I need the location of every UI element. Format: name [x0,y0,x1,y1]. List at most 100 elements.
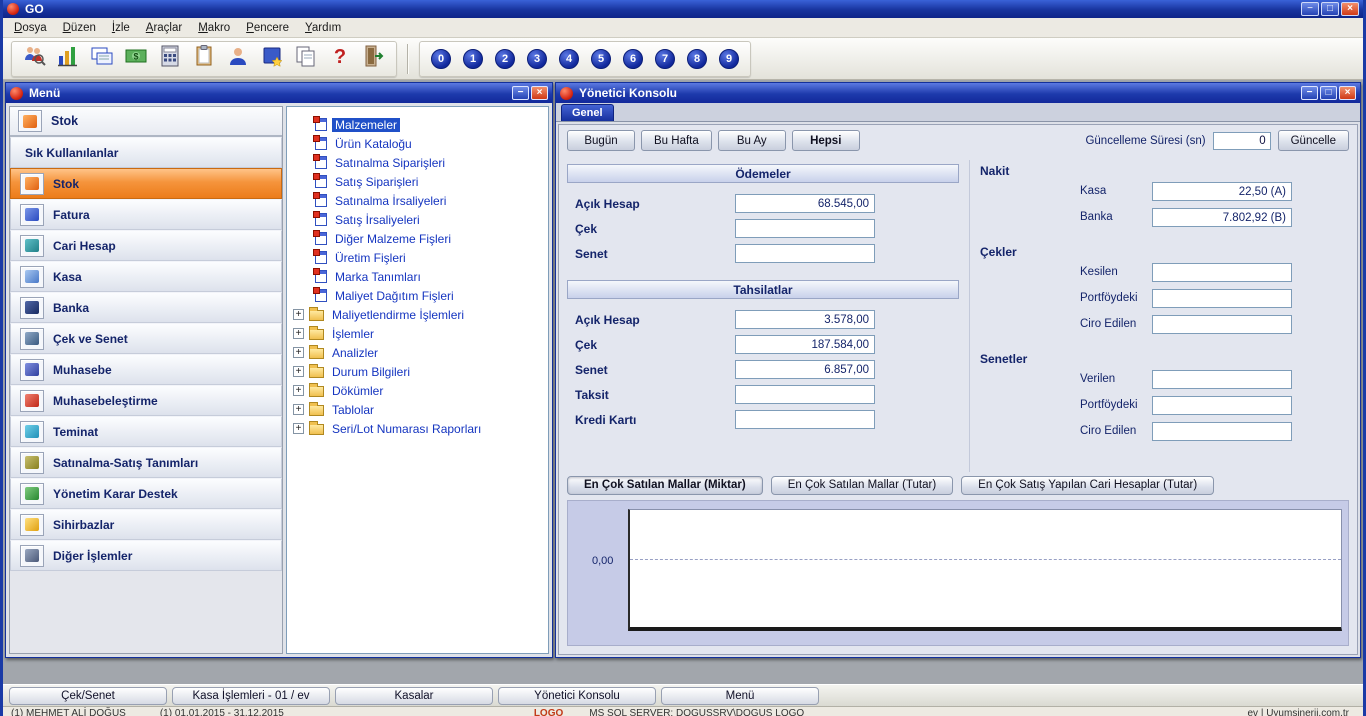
tahsilat-senet-input[interactable]: 6.857,00 [735,360,875,379]
expand-icon[interactable] [293,309,304,320]
menu-pencere[interactable]: Pencere [239,20,296,36]
number-button-4[interactable]: 4 [554,44,584,74]
sidebar-item-stok[interactable]: Stok [10,168,282,199]
number-button-5[interactable]: 5 [586,44,616,74]
expand-icon[interactable] [293,366,304,377]
menu-yardim[interactable]: Yardım [298,20,348,36]
taskbar-button-kasalar[interactable]: Kasalar [335,686,493,705]
console-maximize-button[interactable] [1320,86,1337,100]
number-button-9[interactable]: 9 [714,44,744,74]
tahsilat-kredi-karti-input[interactable] [735,410,875,429]
tree-item-malzemeler[interactable]: Malzemeler [291,115,544,134]
taskbar-button-menu[interactable]: Menü [661,686,819,705]
tahsilat-taksit-input[interactable] [735,385,875,404]
help-toolbar-button[interactable]: ? [324,44,356,74]
expand-icon[interactable] [293,385,304,396]
tree-item-durum-bilgileri[interactable]: Durum Bilgileri [291,362,544,381]
tree-item-diger-malzeme-fisleri[interactable]: Diğer Malzeme Fişleri [291,229,544,248]
tree-item-satinalma-siparisleri[interactable]: Satınalma Siparişleri [291,153,544,172]
menu-close-button[interactable] [531,86,548,100]
tree-item-seri-lot-raporlari[interactable]: Seri/Lot Numarası Raporları [291,419,544,438]
sidebar-item-diger-islemler[interactable]: Diğer İşlemler [10,540,282,571]
refresh-interval-input[interactable]: 0 [1212,131,1271,150]
cekler-ciro-edilen-input[interactable] [1152,314,1292,334]
tree-item-satis-siparisleri[interactable]: Satış Siparişleri [291,172,544,191]
menu-duzen[interactable]: Düzen [56,20,103,36]
minimize-button[interactable] [1301,2,1319,16]
number-button-3[interactable]: 3 [522,44,552,74]
expand-icon[interactable] [293,423,304,434]
cards-toolbar-button[interactable] [86,44,118,74]
clipboard-toolbar-button[interactable] [188,44,220,74]
calculator-toolbar-button[interactable] [154,44,186,74]
taskbar-button-kasa-islemleri[interactable]: Kasa İşlemleri - 01 / ev [172,686,330,705]
senetler-ciro-edilen-input[interactable] [1152,421,1292,441]
tree-item-maliyetlendirme-islemleri[interactable]: Maliyetlendirme İşlemleri [291,305,544,324]
senetler-verilen-input[interactable] [1152,369,1292,389]
sidebar-item-muhasebelestirme[interactable]: Muhasebeleştirme [10,385,282,416]
tree-item-islemler[interactable]: İşlemler [291,324,544,343]
sidebar-item-cek-ve-senet[interactable]: Çek ve Senet [10,323,282,354]
number-button-8[interactable]: 8 [682,44,712,74]
console-close-button[interactable] [1339,86,1356,100]
sidebar-item-kasa[interactable]: Kasa [10,261,282,292]
number-button-7[interactable]: 7 [650,44,680,74]
menu-dosya[interactable]: Dosya [7,20,54,36]
tab-genel[interactable]: Genel [561,104,614,121]
taskbar-button-cek-senet[interactable]: Çek/Senet [9,686,167,705]
tahsilat-cek-input[interactable]: 187.584,00 [735,335,875,354]
menu-makro[interactable]: Makro [191,20,237,36]
tree-item-uretim-fisleri[interactable]: Üretim Fişleri [291,248,544,267]
expand-icon[interactable] [293,404,304,415]
cash-toolbar-button[interactable]: $ [120,44,152,74]
expand-icon[interactable] [293,328,304,339]
sidebar-item-sihirbazlar[interactable]: Sihirbazlar [10,509,282,540]
menu-minimize-button[interactable] [512,86,529,100]
odemeler-cek-input[interactable] [735,219,875,238]
user-toolbar-button[interactable] [222,44,254,74]
tree-item-tablolar[interactable]: Tablolar [291,400,544,419]
nakit-kasa-input[interactable]: 22,50 (A) [1152,181,1292,201]
close-button[interactable] [1341,2,1359,16]
filter-bugun-button[interactable]: Bugün [567,130,635,151]
filter-hepsi-button[interactable]: Hepsi [791,130,860,151]
catalog-toolbar-button[interactable] [256,44,288,74]
tree-item-marka-tanimlari[interactable]: Marka Tanımları [291,267,544,286]
sidebar-item-sik-kullanilanlar[interactable]: Sık Kullanılanlar [10,137,282,168]
sidebar-item-yonetim-karar-destek[interactable]: Yönetim Karar Destek [10,478,282,509]
odemeler-senet-input[interactable] [735,244,875,263]
filter-bu-ay-button[interactable]: Bu Ay [717,130,786,151]
tree-item-urun-katalogu[interactable]: Ürün Kataloğu [291,134,544,153]
sidebar-item-satinalma-satis-tanimlari[interactable]: Satınalma-Satış Tanımları [10,447,282,478]
console-minimize-button[interactable] [1301,86,1318,100]
chart-tab-mallar-miktar[interactable]: En Çok Satılan Mallar (Miktar) [567,475,763,495]
expand-icon[interactable] [293,347,304,358]
number-button-0[interactable]: 0 [426,44,456,74]
tree-item-analizler[interactable]: Analizler [291,343,544,362]
sidebar-item-cari-hesap[interactable]: Cari Hesap [10,230,282,261]
chart-tab-mallar-tutar[interactable]: En Çok Satılan Mallar (Tutar) [770,475,954,495]
customers-toolbar-button[interactable] [18,44,50,74]
copy-toolbar-button[interactable] [290,44,322,74]
tahsilat-acik-hesap-input[interactable]: 3.578,00 [735,310,875,329]
sidebar-item-teminat[interactable]: Teminat [10,416,282,447]
tree-item-satinalma-irsaliyeleri[interactable]: Satınalma İrsaliyeleri [291,191,544,210]
menu-izle[interactable]: İzle [105,20,137,36]
reports-toolbar-button[interactable] [52,44,84,74]
nakit-banka-input[interactable]: 7.802,92 (B) [1152,207,1292,227]
guncelle-button[interactable]: Güncelle [1277,130,1349,151]
number-button-6[interactable]: 6 [618,44,648,74]
maximize-button[interactable] [1321,2,1339,16]
sidebar-item-muhasebe[interactable]: Muhasebe [10,354,282,385]
number-button-2[interactable]: 2 [490,44,520,74]
chart-tab-cari-hesaplar-tutar[interactable]: En Çok Satış Yapılan Cari Hesaplar (Tuta… [961,475,1215,495]
cekler-portfoydeki-input[interactable] [1152,288,1292,308]
tree-item-dokumler[interactable]: Dökümler [291,381,544,400]
sidebar-item-banka[interactable]: Banka [10,292,282,323]
senetler-portfoydeki-input[interactable] [1152,395,1292,415]
tree-item-satis-irsaliyeleri[interactable]: Satış İrsaliyeleri [291,210,544,229]
filter-bu-hafta-button[interactable]: Bu Hafta [641,130,712,151]
taskbar-button-yonetici-konsolu[interactable]: Yönetici Konsolu [498,686,656,705]
exit-toolbar-button[interactable] [358,44,390,74]
number-button-1[interactable]: 1 [458,44,488,74]
